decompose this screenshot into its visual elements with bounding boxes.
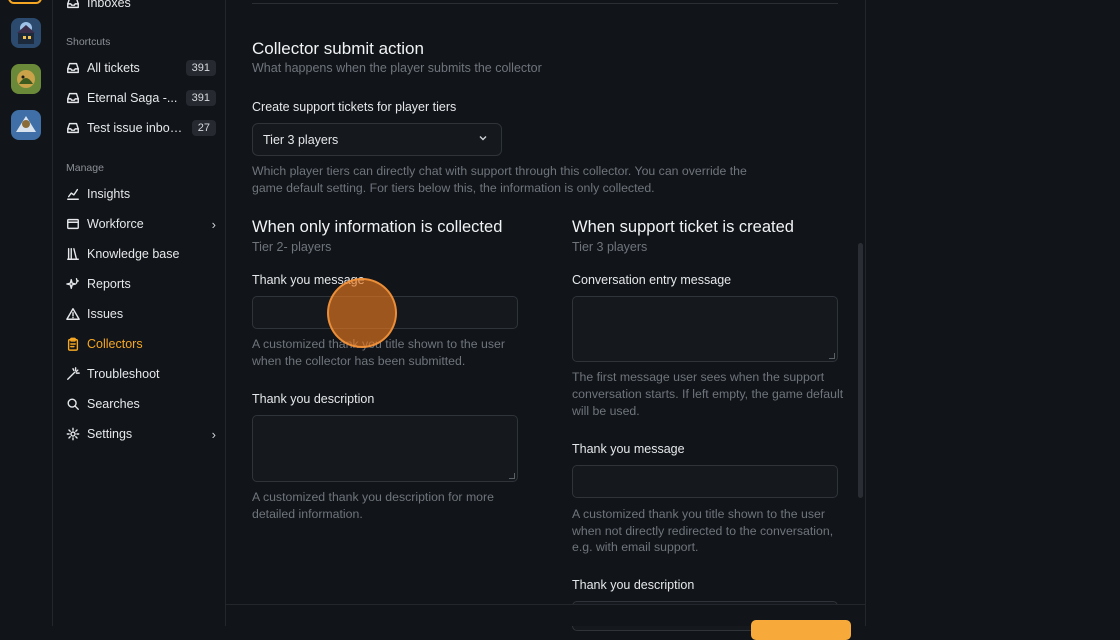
left-message-help-line-2: when the collector has been submitted. [252, 354, 466, 368]
books-icon [66, 247, 80, 261]
sidebar-item-collectors[interactable]: Collectors [66, 333, 216, 355]
ticket-created-subtitle: Tier 3 players [572, 240, 648, 254]
wand-icon [66, 367, 80, 381]
ticket-created-title: When support ticket is created [572, 218, 794, 236]
inbox-icon [66, 91, 80, 105]
main-content: Collector submit action What happens whe… [226, 0, 865, 631]
tiers-select-value: Tier 3 players [263, 132, 339, 147]
gear-icon [66, 427, 80, 441]
game-icon-dragon[interactable] [11, 64, 41, 94]
game-icon-haunted-house[interactable] [11, 18, 41, 48]
inbox-icon [66, 61, 80, 75]
count-badge: 391 [185, 60, 216, 76]
sidebar-item-reports[interactable]: Reports [66, 273, 216, 295]
sidebar-item-issues[interactable]: Issues [66, 303, 216, 325]
cursor-highlight [327, 278, 397, 348]
section-title: Collector submit action [252, 39, 424, 58]
section-subtitle: What happens when the player submits the… [252, 61, 542, 75]
right-message-help-line-1: A customized thank you title shown to th… [572, 507, 825, 521]
warning-icon [66, 307, 80, 321]
shortcut-eternal-saga[interactable]: Eternal Saga -... 391 [66, 87, 216, 109]
resize-handle[interactable] [509, 473, 515, 479]
clipboard-icon [66, 337, 80, 351]
sidebar-item-knowledge-base[interactable]: Knowledge base [66, 243, 216, 265]
active-game-indicator [8, 0, 42, 4]
sidebar-item-troubleshoot[interactable]: Troubleshoot [66, 363, 216, 385]
scrollbar[interactable] [858, 243, 863, 498]
sidebar: Inboxes Shortcuts All tickets 391 Eterna… [53, 0, 226, 626]
count-badge: 27 [191, 120, 216, 136]
right-thank-you-message-input[interactable] [572, 465, 838, 498]
info-collected-subtitle: Tier 2- players [252, 240, 332, 254]
game-icon-griffin[interactable] [11, 110, 41, 140]
sidebar-item-insights[interactable]: Insights [66, 183, 216, 205]
sidebar-item-inboxes[interactable]: Inboxes [66, 0, 216, 14]
sidebar-item-settings[interactable]: Settings › [66, 423, 216, 445]
left-description-help-line-2: detailed information. [252, 507, 363, 521]
section-divider [252, 3, 838, 4]
sidebar-item-workforce[interactable]: Workforce › [66, 213, 216, 235]
tiers-select[interactable]: Tier 3 players [252, 123, 502, 156]
conversation-entry-textarea[interactable] [572, 296, 838, 362]
inbox-icon [66, 0, 80, 10]
left-thank-you-description-textarea[interactable] [252, 415, 518, 482]
right-panel [865, 0, 1120, 626]
right-thank-you-description-label: Thank you description [572, 578, 695, 592]
count-badge: 391 [185, 90, 216, 106]
window-icon [66, 217, 80, 231]
left-thank-you-description-label: Thank you description [252, 392, 375, 406]
chart-icon [66, 187, 80, 201]
search-icon [66, 397, 80, 411]
chevron-right-icon: › [211, 426, 216, 442]
left-description-help-line-1: A customized thank you description for m… [252, 490, 494, 504]
chevron-down-icon [477, 132, 489, 147]
shortcut-test-issue-inbox[interactable]: Test issue inbox... 27 [66, 117, 216, 139]
shortcut-all-tickets[interactable]: All tickets 391 [66, 57, 216, 79]
right-thank-you-message-label: Thank you message [572, 442, 685, 456]
entry-help-line-1: The first message user sees when the sup… [572, 370, 825, 384]
conversation-entry-label: Conversation entry message [572, 273, 732, 287]
right-message-help-line-3: e.g. with email support. [572, 540, 699, 554]
footer-bar [226, 604, 865, 640]
sidebar-item-searches[interactable]: Searches [66, 393, 216, 415]
entry-help-line-3: will be used. [572, 404, 640, 418]
manage-section-label: Manage [66, 162, 104, 174]
tiers-help-line-1: Which player tiers can directly chat wit… [252, 164, 747, 178]
info-collected-title: When only information is collected [252, 218, 503, 236]
right-message-help-line-2: when not directly redirected to the conv… [572, 524, 834, 538]
tiers-help-line-2: game default setting. For tiers below th… [252, 181, 655, 195]
inbox-icon [66, 121, 80, 135]
chevron-right-icon: › [211, 216, 216, 232]
game-rail [0, 0, 53, 626]
resize-handle[interactable] [829, 353, 835, 359]
save-button[interactable] [751, 620, 851, 640]
sparkle-icon [66, 277, 80, 291]
tiers-field-label: Create support tickets for player tiers [252, 100, 457, 114]
entry-help-line-2: conversation starts. If left empty, the … [572, 387, 844, 401]
shortcuts-section-label: Shortcuts [66, 36, 111, 48]
